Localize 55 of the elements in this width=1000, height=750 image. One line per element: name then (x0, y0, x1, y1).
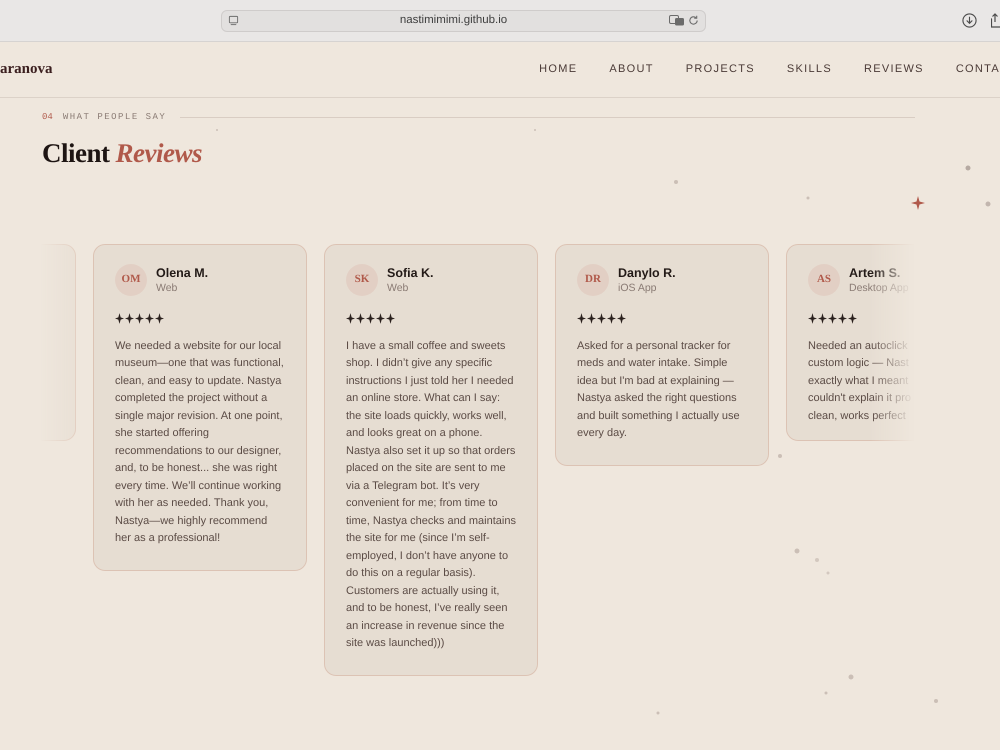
avatar: DR (577, 264, 609, 296)
star-icon (356, 312, 365, 324)
reviewer-role: Web (156, 280, 178, 294)
translate-icon[interactable] (668, 15, 684, 26)
star-icon (376, 312, 385, 324)
star-icon (617, 312, 626, 324)
star-icon (346, 312, 355, 324)
star-icon (587, 312, 596, 324)
nav-link[interactable]: ABOUT (609, 61, 654, 78)
reviewer-name: Artem S. (849, 264, 902, 280)
star-icon (155, 312, 164, 324)
star-icon (115, 312, 124, 324)
star-icon (366, 312, 375, 324)
tab-icon (228, 15, 238, 26)
nav-link[interactable]: HOME (539, 61, 578, 78)
star-icon (145, 312, 154, 324)
avatar: AS (808, 264, 840, 296)
nav-link[interactable]: SKILLS (786, 61, 832, 78)
section-title-accent: Reviews (116, 136, 202, 170)
reviewer-name: Danylo R. (618, 264, 676, 280)
review-text-line: couldn't explain it pro (808, 391, 912, 406)
reviewer-name: Olena M. (156, 264, 208, 280)
download-icon[interactable] (962, 13, 977, 28)
star-icon (838, 312, 847, 324)
nav-link[interactable]: CONTA (956, 61, 1000, 78)
nav-link[interactable]: PROJECTS (686, 61, 755, 78)
star-icon (828, 312, 837, 324)
section-number: 04 (42, 111, 53, 124)
reviewer-name: Sofia K. (387, 264, 434, 280)
share-icon[interactable] (991, 13, 1000, 28)
url-text: nastimimimi.github.io (398, 12, 508, 28)
review-text-line: custom logic — Nast (808, 356, 910, 371)
section-eyebrow: WHAT PEOPLE SAY (62, 111, 166, 124)
address-bar[interactable]: nastimimimi.github.io (220, 10, 706, 32)
star-icon (125, 312, 134, 324)
review-text: We needed a website for our local museum—one that was functional, clean, and easy to update. Nastya completed the project without a single major revision. At one point, she started offering recommendations to our designer, and, to be honest... she was right every time. We’ll continue working with her as needed. Thank you, Nastya—we highly recommend her as a professional! (115, 338, 285, 546)
reviewer-role: iOS App (618, 280, 658, 294)
avatar: SK (346, 264, 378, 296)
star-icon (577, 312, 586, 324)
site-logo[interactable]: aranova (0, 58, 52, 81)
reload-icon[interactable] (688, 15, 698, 26)
star-icon (386, 312, 395, 324)
review-text: I have a small coffee and sweets shop. I didn’t give any specific instructions I just told her I needed an online store. What can I say: the site loads quickly, works well, and looks great on a phone. Nastya also set it up so that orders placed on the site are sent to me via a Telegram bot. It’s very convenient for me; from time to time, Nastya checks and maintains the site for me (since I’m self-employed, I don’t have anyone to do this on a regular basis). Customers are actually using it, and to be honest, I’ve really seen an increase in revenue since the site was launched))) (346, 338, 516, 651)
star-icon (848, 312, 857, 324)
star-icon (818, 312, 827, 324)
star-icon (597, 312, 606, 324)
star-icon (607, 312, 616, 324)
star-icon (808, 312, 817, 324)
section-title: Client (42, 136, 110, 170)
reviewer-role: Web (387, 280, 410, 294)
review-text: Asked for a personal tracker for meds and water intake. Simple idea but I'm bad at explaining — Nastya asked the right questions and built something I actually use every day. (577, 338, 741, 441)
nav-link[interactable]: REVIEWS (864, 61, 924, 78)
star-icon (135, 312, 144, 324)
avatar: OM (115, 264, 147, 296)
sparkle-icon (911, 196, 925, 210)
